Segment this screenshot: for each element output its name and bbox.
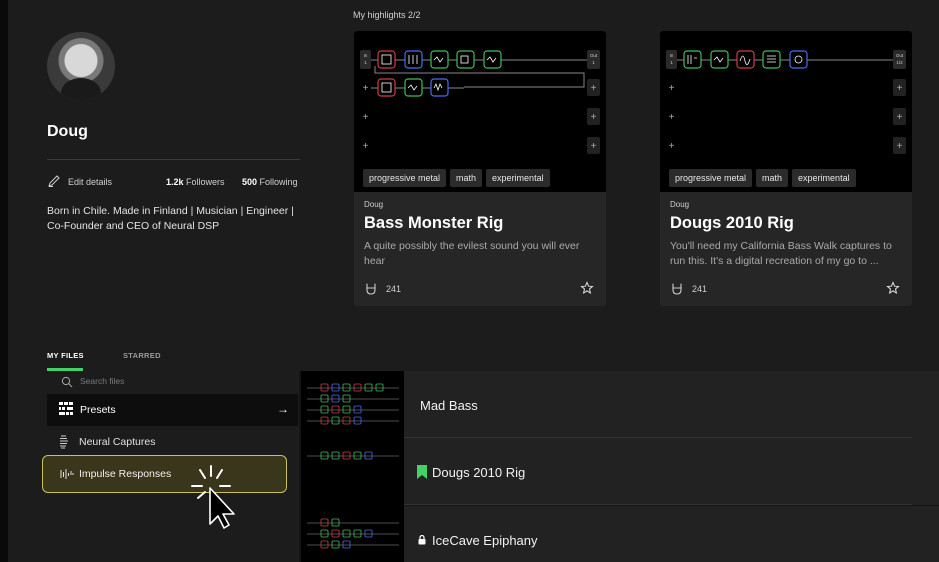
followers-label: Followers bbox=[186, 177, 225, 187]
signal-chain-diagram: In 1 Out 1/2 + + + + + + bbox=[666, 50, 906, 154]
likes-count: 241 bbox=[386, 284, 402, 294]
tag[interactable]: experimental bbox=[486, 169, 550, 187]
sidebar-item-label: Neural Captures bbox=[79, 436, 156, 448]
tag[interactable]: experimental bbox=[792, 169, 856, 187]
following-label: Following bbox=[259, 177, 298, 187]
pencil-icon[interactable] bbox=[47, 174, 61, 188]
sidebar-item-label: Presets bbox=[80, 404, 116, 416]
search-bar[interactable] bbox=[47, 373, 297, 391]
output-number: 1/2 bbox=[896, 60, 903, 65]
rig-thumbnails bbox=[307, 383, 399, 549]
capture-icon bbox=[60, 435, 68, 449]
search-icon bbox=[61, 376, 73, 388]
tab-my-files[interactable]: MY FILES bbox=[47, 351, 84, 360]
profile-stats-row: Edit details 1.2k Followers 500 Followin… bbox=[47, 174, 300, 190]
cursor-click-icon bbox=[191, 465, 235, 529]
card-author[interactable]: Doug bbox=[364, 200, 383, 209]
profile-name: Doug bbox=[47, 123, 88, 140]
lock-icon bbox=[418, 535, 426, 545]
grid-icon bbox=[59, 402, 73, 415]
output-label: Out bbox=[896, 53, 904, 58]
sidebar-item-label: Impulse Responses bbox=[79, 468, 172, 480]
rig-preview: In 1 Out 1/2 + + + + + + progressive met… bbox=[660, 31, 912, 192]
signal-chain-diagram: In 1 Out 1 + + + + + + bbox=[360, 50, 600, 154]
likes-count: 241 bbox=[692, 284, 708, 294]
input-label: In bbox=[364, 53, 368, 58]
card-title[interactable]: Dougs 2010 Rig bbox=[670, 214, 794, 233]
left-edge-strip bbox=[0, 0, 8, 562]
tag[interactable]: math bbox=[450, 169, 483, 187]
following-link[interactable]: 500 Following bbox=[242, 177, 298, 187]
card-title[interactable]: Bass Monster Rig bbox=[364, 214, 503, 233]
svg-text:+: + bbox=[591, 112, 597, 123]
star-icon[interactable] bbox=[580, 281, 594, 295]
sidebar-item-impulse-responses[interactable]: Impulse Responses bbox=[42, 455, 287, 493]
tab-starred[interactable]: STARRED bbox=[123, 351, 161, 360]
avatar[interactable] bbox=[47, 32, 115, 100]
svg-text:+: + bbox=[897, 141, 903, 152]
tag-list: progressive metal math experimental bbox=[669, 169, 856, 187]
card-description: You'll need my California Bass Walk capt… bbox=[670, 240, 892, 267]
row-divider bbox=[404, 504, 912, 505]
followers-link[interactable]: 1.2k Followers bbox=[166, 177, 225, 187]
highlight-card[interactable]: In 1 Out 1 + + + + + + progressive metal… bbox=[354, 31, 606, 306]
file-row[interactable]: Mad Bass bbox=[404, 371, 939, 438]
highlights-title: My highlights 2/2 bbox=[353, 10, 421, 20]
edit-details-link[interactable]: Edit details bbox=[68, 177, 112, 187]
tag[interactable]: math bbox=[756, 169, 789, 187]
svg-text:+: + bbox=[591, 141, 597, 152]
file-name: Dougs 2010 Rig bbox=[432, 465, 526, 480]
tag[interactable]: progressive metal bbox=[363, 169, 447, 187]
file-row[interactable]: Dougs 2010 Rig bbox=[404, 438, 939, 505]
output-label: Out bbox=[590, 53, 598, 58]
followers-count: 1.2k bbox=[166, 177, 184, 187]
bookmark-icon bbox=[417, 465, 427, 479]
svg-text:+: + bbox=[363, 83, 369, 94]
rock-hand-icon bbox=[366, 283, 376, 295]
file-name: IceCave Epiphany bbox=[432, 533, 538, 548]
profile-bio: Born in Chile. Made in Finland | Musicia… bbox=[47, 205, 294, 232]
input-label: In bbox=[670, 53, 674, 58]
star-icon[interactable] bbox=[886, 281, 900, 295]
file-thumbnails bbox=[301, 371, 404, 562]
svg-text:+: + bbox=[897, 83, 903, 94]
sidebar-item-presets[interactable]: Presets → bbox=[47, 394, 298, 426]
svg-text:+: + bbox=[363, 112, 369, 123]
card-author[interactable]: Doug bbox=[670, 200, 689, 209]
profile-divider bbox=[47, 159, 300, 160]
svg-text:+: + bbox=[669, 141, 675, 152]
svg-text:+: + bbox=[669, 83, 675, 94]
following-count: 500 bbox=[242, 177, 258, 187]
rig-preview: In 1 Out 1 + + + + + + progressive metal… bbox=[354, 31, 606, 192]
arrow-right-icon: → bbox=[277, 402, 289, 416]
svg-text:+: + bbox=[897, 112, 903, 123]
search-input[interactable] bbox=[80, 376, 280, 386]
file-name: Mad Bass bbox=[420, 398, 478, 413]
waveform-icon bbox=[60, 469, 74, 479]
file-row[interactable]: IceCave Epiphany bbox=[404, 506, 939, 562]
highlight-card[interactable]: In 1 Out 1/2 + + + + + + progressive met… bbox=[660, 31, 912, 306]
svg-text:+: + bbox=[591, 83, 597, 94]
tag-list: progressive metal math experimental bbox=[363, 169, 550, 187]
card-description: A quite possibly the evilest sound you w… bbox=[364, 240, 580, 267]
tag[interactable]: progressive metal bbox=[669, 169, 753, 187]
rock-hand-icon bbox=[672, 283, 682, 295]
svg-text:+: + bbox=[363, 141, 369, 152]
sidebar-item-neural-captures[interactable]: Neural Captures bbox=[47, 431, 297, 453]
svg-text:+: + bbox=[669, 112, 675, 123]
